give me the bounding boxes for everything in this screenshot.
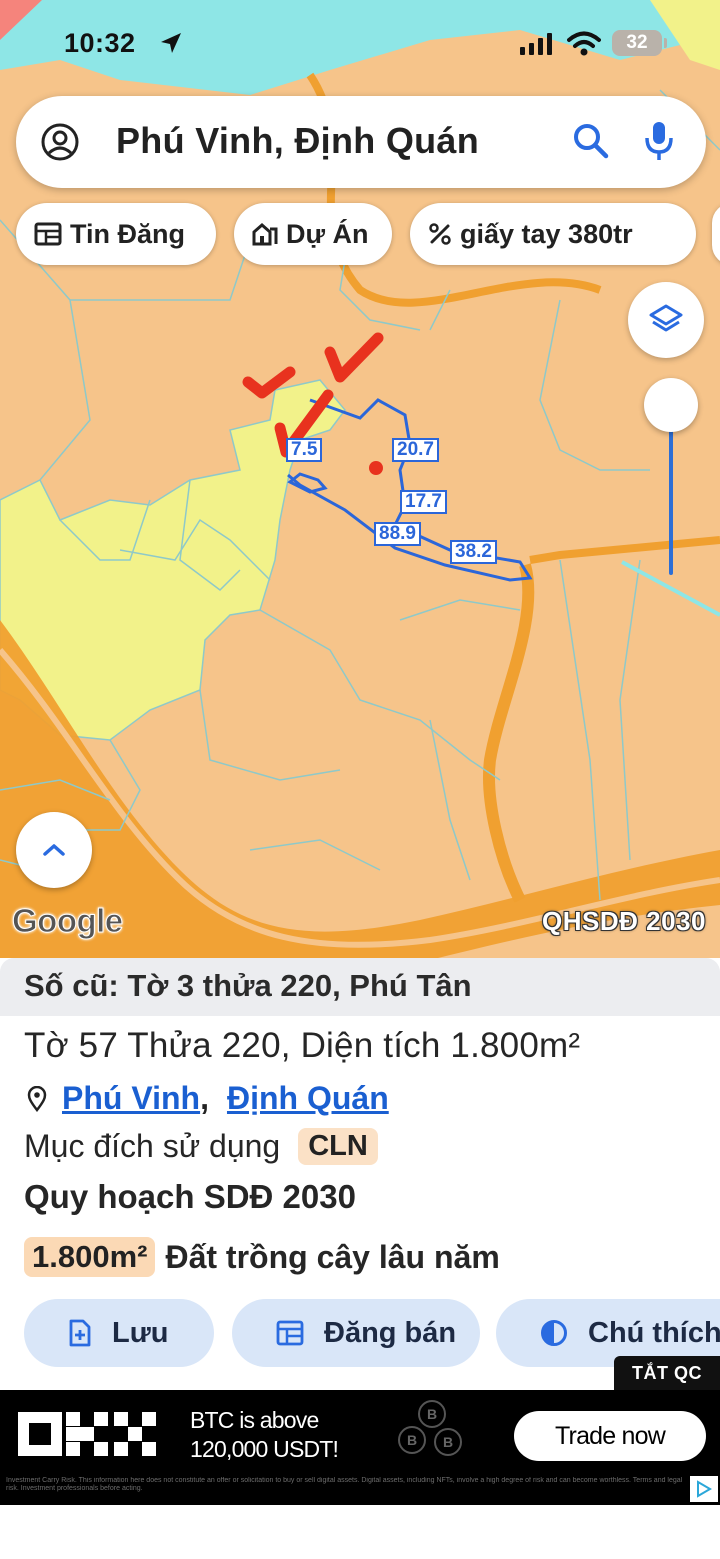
legend-label: Chú thích [588, 1316, 720, 1349]
status-time: 10:32 [64, 28, 136, 58]
ad-banner[interactable]: BTC is above 120,000 USDT! BBB Trade now… [0, 1390, 720, 1505]
ad-headline: BTC is above 120,000 USDT! [190, 1406, 339, 1464]
opacity-slider-track[interactable] [669, 420, 673, 575]
chip-label: Tin Đăng [70, 218, 186, 249]
search-query[interactable]: Phú Vinh, Định Quán [116, 120, 479, 162]
dimension-label: 38.2 [450, 540, 497, 564]
svg-text:B: B [443, 1434, 453, 1450]
plan-description: Đất trồng cây lâu năm [165, 1238, 500, 1275]
svg-text:B: B [427, 1406, 437, 1422]
save-label: Lưu [112, 1316, 169, 1349]
search-bar[interactable]: Phú Vinh, Định Quán [16, 96, 706, 188]
google-logo: Google [12, 902, 124, 940]
map-view[interactable]: 7.5 20.7 17.7 88.9 38.2 10:32 32 Phú Vin… [0, 0, 720, 965]
layer-badge: QHSDĐ 2030 [542, 906, 706, 936]
search-icon[interactable] [572, 122, 610, 160]
plan-area-badge: 1.800m² [24, 1237, 156, 1277]
purpose-row: Mục đích sử dụng CLN [24, 1128, 378, 1165]
percent-icon [429, 223, 451, 245]
purpose-code-badge: CLN [298, 1128, 378, 1165]
dimension-label: 17.7 [400, 490, 447, 514]
account-icon[interactable] [40, 122, 80, 162]
status-bar: 10:32 32 [0, 26, 720, 66]
adchoices-icon[interactable] [690, 1476, 718, 1502]
chip-price-tag[interactable]: giấy tay 380tr [410, 203, 696, 265]
listing-icon [276, 1320, 304, 1346]
wifi-icon [567, 31, 601, 56]
purpose-label: Mục đích sử dụng [24, 1128, 281, 1164]
bitcoin-coins-icon: BB B [398, 1400, 462, 1456]
dimension-label: 88.9 [374, 522, 421, 546]
ad-disclaimer: Investment Carry Risk. This information … [6, 1477, 683, 1492]
battery-indicator: 32 [612, 30, 667, 56]
old-number-bar: Số cũ: Tờ 3 thửa 220, Phú Tân [0, 958, 720, 1016]
contrast-icon [541, 1320, 567, 1346]
dimension-label: 20.7 [392, 438, 439, 462]
location-separator: , [200, 1080, 209, 1116]
parcel-info-sheet: Số cũ: Tờ 3 thửa 220, Phú Tân Tờ 57 Thửa… [0, 958, 720, 1390]
plan-area-row: 1.800m² Đất trồng cây lâu năm [24, 1237, 500, 1277]
okx-logo-icon [18, 1412, 156, 1456]
location-arrow-icon [161, 33, 181, 53]
svg-text:B: B [407, 1432, 417, 1448]
close-ad-button[interactable]: TẮT QC [614, 1356, 720, 1390]
add-file-icon [69, 1319, 91, 1347]
microphone-icon[interactable] [642, 120, 676, 162]
chip-projects[interactable]: Dự Án [234, 203, 392, 265]
location-row: Phú Vinh , Định Quán [26, 1080, 389, 1117]
ward-link[interactable]: Phú Vinh [62, 1080, 200, 1117]
chip-label: giấy tay 380tr [460, 218, 633, 249]
opacity-slider-knob[interactable] [644, 378, 698, 432]
listing-icon [34, 222, 62, 246]
layers-button[interactable] [628, 282, 704, 358]
plan-title: Quy hoạch SDĐ 2030 [24, 1178, 356, 1215]
chip-listings[interactable]: Tin Đăng [16, 203, 216, 265]
ad-headline-line1: BTC is above [190, 1407, 319, 1433]
chip-label: Dự Án [286, 218, 369, 249]
dimension-label: 7.5 [286, 438, 323, 462]
save-button[interactable]: Lưu [24, 1299, 214, 1367]
location-pin-icon [27, 1085, 47, 1112]
layers-icon [649, 304, 683, 332]
parcel-summary: Tờ 57 Thửa 220, Diện tích 1.800m² [24, 1026, 581, 1065]
chevron-up-icon [43, 844, 65, 856]
post-for-sale-button[interactable]: Đăng bán [232, 1299, 480, 1367]
building-icon [252, 223, 278, 246]
old-number-text: Số cũ: Tờ 3 thửa 220, Phú Tân [24, 968, 472, 1003]
cellular-signal-icon [520, 33, 552, 55]
expand-sheet-button[interactable] [16, 812, 92, 888]
post-label: Đăng bán [324, 1316, 457, 1349]
ad-headline-line2: 120,000 USDT! [190, 1436, 339, 1462]
trade-now-button[interactable]: Trade now [514, 1411, 706, 1461]
district-link[interactable]: Định Quán [227, 1080, 389, 1117]
